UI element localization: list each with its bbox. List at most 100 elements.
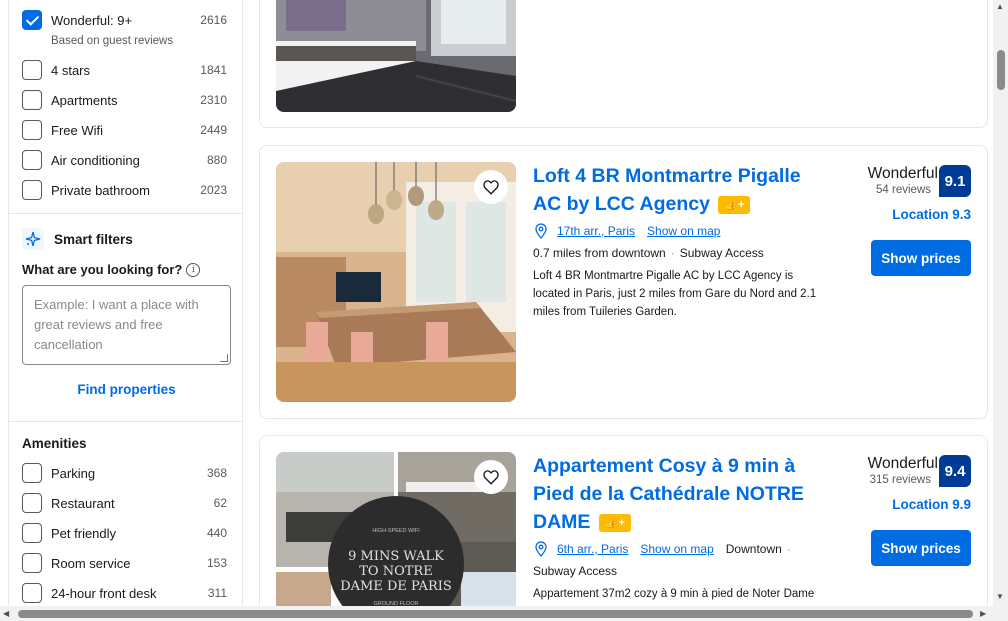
checkbox[interactable]: [22, 523, 42, 543]
heart-icon: [483, 180, 499, 195]
distance-text: Downtown: [725, 542, 782, 556]
filter-count: 1841: [200, 63, 227, 77]
photo-text-wifi: HIGH-SPEED WIFI: [372, 528, 420, 534]
distance-line: 0.7 miles from downtown · Subway Access: [533, 246, 764, 260]
textarea-placeholder: Example: I want a place with great revie…: [34, 297, 199, 352]
filter-label: Apartments: [51, 92, 118, 108]
vertical-scroll-thumb[interactable]: [997, 50, 1005, 90]
tag-line: Subway Access: [533, 564, 617, 578]
vertical-scrollbar[interactable]: ▲ ▼: [993, 0, 1008, 606]
heart-icon: [483, 470, 499, 485]
map-pin-icon: [535, 541, 547, 557]
filter-room-service[interactable]: Room service 153: [22, 552, 227, 574]
find-properties-button[interactable]: Find properties: [22, 382, 231, 397]
filter-24-hour-front-desk[interactable]: 24-hour front desk 311: [22, 582, 227, 604]
horizontal-scrollbar[interactable]: ◀ ▶: [0, 606, 1008, 621]
filter-wonderful[interactable]: Wonderful: 9+ 2616: [22, 9, 227, 31]
filter-count: 153: [206, 556, 227, 570]
info-icon[interactable]: i: [186, 262, 201, 277]
checkbox[interactable]: [22, 150, 42, 170]
checkbox[interactable]: [22, 463, 42, 483]
review-score-badge[interactable]: 9.4: [939, 455, 971, 487]
filter-count: 880: [206, 153, 227, 167]
divider: [9, 213, 242, 214]
checkbox[interactable]: [22, 553, 42, 573]
map-pin-icon: [535, 223, 547, 239]
review-count: 54 reviews: [876, 184, 931, 196]
filter-count: 311: [207, 586, 227, 600]
show-prices-button[interactable]: Show prices: [871, 530, 971, 566]
property-name-link[interactable]: Appartement Cosy à 9 min à Pied de la Ca…: [533, 452, 833, 536]
thumbs-up-plus-icon: 👍+: [718, 196, 751, 214]
filter-free-wifi[interactable]: Free Wifi 2449: [22, 119, 227, 141]
filter-private-bathroom[interactable]: Private bathroom 2023: [22, 179, 227, 201]
photo-text-line2: TO NOTRE: [359, 564, 432, 579]
smart-filters-question: What are you looking for? i: [22, 262, 201, 277]
distance-text: 0.7 miles from downtown: [533, 246, 666, 260]
filter-restaurant[interactable]: Restaurant 62: [22, 492, 227, 514]
filter-apartments[interactable]: Apartments 2310: [22, 89, 227, 111]
filter-count: 2616: [200, 13, 227, 27]
rating-word: Wonderful: [867, 455, 938, 472]
property-photo[interactable]: [276, 162, 516, 402]
checkbox[interactable]: [22, 90, 42, 110]
resize-handle-icon[interactable]: [220, 354, 228, 362]
filter-air-conditioning[interactable]: Air conditioning 880: [22, 149, 227, 171]
property-photo[interactable]: [276, 0, 516, 112]
filter-count: 440: [206, 526, 227, 540]
scroll-left-arrow-icon[interactable]: ◀: [3, 609, 9, 618]
filter-count: 2023: [200, 183, 227, 197]
area-link[interactable]: 6th arr., Paris: [557, 542, 628, 556]
save-favorite-button[interactable]: [474, 460, 508, 494]
save-favorite-button[interactable]: [474, 170, 508, 204]
checkbox-checked[interactable]: [22, 10, 42, 30]
checkbox[interactable]: [22, 120, 42, 140]
property-card: [259, 0, 988, 128]
horizontal-scroll-thumb[interactable]: [18, 610, 973, 618]
filter-label: Room service: [51, 555, 131, 571]
location-score: Location 9.3: [892, 207, 971, 222]
property-photo[interactable]: HIGH-SPEED WIFI 9 MINS WALK TO NOTRE DAM…: [276, 452, 516, 607]
show-on-map-link[interactable]: Show on map: [640, 542, 713, 556]
photo-text-line1: 9 MINS WALK: [348, 549, 444, 564]
area-link[interactable]: 17th arr., Paris: [557, 224, 635, 238]
property-description: Loft 4 BR Montmartre Pigalle AC by LCC A…: [533, 270, 817, 318]
review-score-badge[interactable]: 9.1: [939, 165, 971, 197]
filter-sublabel: Based on guest reviews: [51, 35, 174, 47]
property-name-link[interactable]: Loft 4 BR Montmartre Pigalle AC by LCC A…: [533, 162, 833, 218]
review-count: 315 reviews: [869, 474, 931, 486]
filter-count: 368: [206, 466, 227, 480]
checkbox[interactable]: [22, 583, 42, 603]
filter-count: 2449: [200, 123, 227, 137]
filter-pet-friendly[interactable]: Pet friendly 440: [22, 522, 227, 544]
property-description: Appartement 37m2 cozy à 9 min à pied de …: [533, 588, 815, 600]
question-text: What are you looking for?: [22, 262, 183, 277]
rating-word: Wonderful: [867, 165, 938, 182]
amenities-heading: Amenities: [22, 436, 87, 451]
filter-4-stars[interactable]: 4 stars 1841: [22, 59, 227, 81]
smart-filter-textarea[interactable]: Example: I want a place with great revie…: [22, 285, 231, 365]
filter-label: Free Wifi: [51, 122, 103, 138]
filter-label: Private bathroom: [51, 182, 150, 198]
smart-filters-heading: Smart filters: [22, 228, 133, 250]
location-line: 6th arr., Paris Show on map Downtown ·: [533, 541, 796, 557]
filter-label: Wonderful: 9+: [51, 12, 133, 28]
checkbox[interactable]: [22, 180, 42, 200]
checkbox[interactable]: [22, 60, 42, 80]
divider: [9, 421, 242, 422]
filter-label: Restaurant: [51, 495, 115, 511]
checkbox[interactable]: [22, 493, 42, 513]
filter-label: Parking: [51, 465, 96, 481]
filter-parking[interactable]: Parking 368: [22, 462, 227, 484]
filter-label: Air conditioning: [51, 152, 140, 168]
filter-count: 62: [213, 496, 227, 510]
thumbs-up-plus-icon: 👍+: [598, 514, 631, 532]
smart-filters-title: Smart filters: [54, 231, 133, 247]
sparkle-icon: [22, 228, 44, 250]
show-on-map-link[interactable]: Show on map: [647, 224, 720, 238]
scroll-up-arrow-icon[interactable]: ▲: [996, 2, 1004, 11]
show-prices-button[interactable]: Show prices: [871, 240, 971, 276]
scroll-right-arrow-icon[interactable]: ▶: [980, 609, 986, 618]
property-name: Loft 4 BR Montmartre Pigalle AC by LCC A…: [533, 165, 801, 215]
scroll-down-arrow-icon[interactable]: ▼: [996, 592, 1004, 601]
